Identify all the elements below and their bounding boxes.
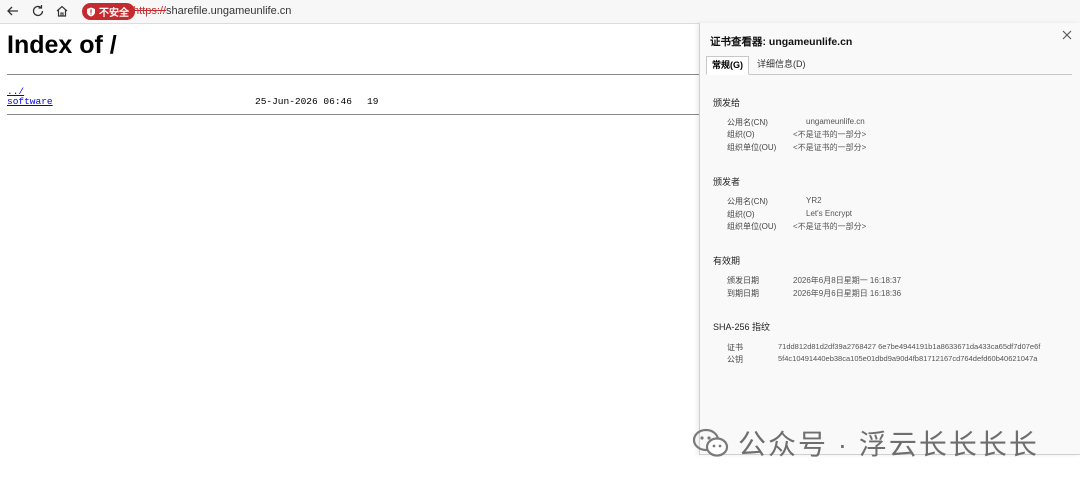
wechat-icon: [692, 428, 729, 457]
cert-fingerprint-label: 证书: [727, 343, 743, 352]
address-bar[interactable]: https://sharefile.ungameunlife.cn: [133, 5, 291, 17]
shield-alert-icon: [87, 7, 95, 16]
cert-viewer-title: 证书查看器: ungameunlife.cn: [710, 36, 853, 48]
issued-to-cn-label: 公用名(CN): [727, 118, 768, 127]
security-badge-label: 不安全: [99, 8, 129, 19]
security-badge[interactable]: 不安全: [82, 3, 135, 20]
issued-to-heading: 颁发给: [713, 98, 741, 108]
expiry-date-label: 到期日期: [727, 289, 759, 298]
issue-date-value: 2026年6月8日星期一 16:18:37: [793, 276, 902, 285]
entry-size: 19: [367, 96, 379, 107]
page-title: Index of /: [7, 31, 117, 59]
cert-fingerprint-value: 71dd812d81d2df39a2768427 6e7be4944191b1a…: [778, 342, 1041, 351]
tab-general[interactable]: 常规(G): [706, 56, 749, 75]
url-scheme: https://: [133, 5, 167, 17]
issued-by-cn-label: 公用名(CN): [727, 197, 768, 206]
entry-name-link[interactable]: software: [7, 96, 53, 107]
url-host: sharefile.ungameunlife.cn: [166, 5, 292, 17]
watermark: 公众号 · 浮云长长长长: [692, 423, 1039, 463]
divider-bottom: [7, 114, 707, 115]
issued-by-ou-value: <不是证书的一部分>: [793, 222, 867, 231]
issued-by-cn-value: YR2: [806, 196, 822, 205]
issued-to-ou-value: <不是证书的一部分>: [793, 143, 867, 152]
issued-by-o-value: Let's Encrypt: [806, 209, 852, 218]
reload-button[interactable]: [28, 2, 48, 20]
issued-to-cn-value: ungameunlife.cn: [806, 117, 865, 126]
watermark-text: 公众号 · 浮云长长长长: [738, 429, 1039, 460]
tab-details[interactable]: 详细信息(D): [752, 56, 811, 73]
reload-icon: [32, 5, 44, 17]
issued-to-o-label: 组织(O): [727, 130, 755, 139]
arrow-left-icon: [7, 6, 18, 16]
cert-tabs: 常规(G) 详细信息(D): [706, 56, 1072, 75]
fingerprint-heading: SHA-256 指纹: [713, 322, 771, 332]
validity-heading: 有效期: [713, 256, 741, 266]
close-icon[interactable]: [1061, 29, 1073, 41]
issued-to-ou-label: 组织单位(OU): [727, 143, 777, 152]
pubkey-fingerprint-value: 5f4c10491440eb38ca105e01dbd9a90d4fb81712…: [778, 354, 1038, 363]
issue-date-label: 颁发日期: [727, 276, 759, 285]
certificate-viewer: 证书查看器: ungameunlife.cn 常规(G) 详细信息(D) 颁发给…: [699, 23, 1080, 455]
home-button[interactable]: [52, 2, 72, 20]
expiry-date-value: 2026年9月6日星期日 16:18:36: [793, 289, 902, 298]
entry-date: 25-Jun-2026 06:46: [255, 96, 352, 107]
divider-top: [7, 74, 707, 75]
issued-by-heading: 颁发者: [713, 177, 741, 187]
home-icon: [56, 5, 68, 17]
issued-by-o-label: 组织(O): [727, 210, 755, 219]
back-button[interactable]: [3, 2, 23, 20]
issued-by-ou-label: 组织单位(OU): [727, 222, 777, 231]
browser-toolbar: 不安全 https://sharefile.ungameunlife.cn: [0, 0, 1080, 24]
pubkey-fingerprint-label: 公钥: [727, 355, 743, 364]
issued-to-o-value: <不是证书的一部分>: [793, 130, 867, 139]
